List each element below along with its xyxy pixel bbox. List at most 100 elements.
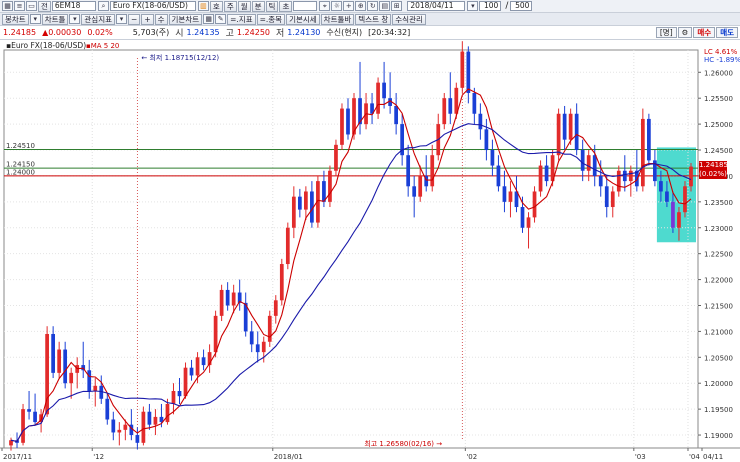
basic-chart-button[interactable]: 기본차트	[168, 13, 203, 25]
x-tick-label: '03	[635, 453, 646, 461]
period-bun-button[interactable]: 분	[251, 0, 265, 12]
candle-icon[interactable]: ▥	[197, 1, 209, 11]
dropdown-icon[interactable]: ▾	[29, 14, 41, 24]
candle-body	[677, 212, 681, 228]
period-ho-button[interactable]: 호	[209, 0, 223, 12]
period-wol-button[interactable]: 월	[237, 0, 251, 12]
y-tick-label: 1.21000	[704, 328, 733, 336]
text-window-button[interactable]: 텍스트 창	[355, 13, 392, 25]
candle-body	[598, 175, 603, 187]
indicator-button[interactable]: =.지표	[227, 13, 256, 25]
zoom-in-button[interactable]: +	[141, 13, 154, 25]
chart-type-icon[interactable]: ▤	[379, 1, 391, 11]
settings-icon[interactable]: ☼	[331, 1, 343, 11]
candle-body	[334, 144, 338, 171]
chart-canvas[interactable]: 1.245101.241501.24000 ← 최저 1.18715(12/12…	[0, 40, 740, 462]
quote-actions: [명] ⚙ 매수 매도	[655, 27, 738, 38]
candle-body	[418, 175, 423, 197]
main-toolbar: ▦ ≡ ▭ 전 6EM18 ⌕ Euro FX(18-06/USD) ▥ 호 주…	[0, 0, 740, 13]
dropdown-icon[interactable]: ▾	[69, 14, 81, 24]
candle-body	[123, 424, 128, 430]
candle-body	[610, 191, 615, 208]
candle-body	[69, 372, 74, 384]
gear-icon[interactable]: ⚙	[677, 27, 693, 38]
list-icon[interactable]: ≡	[14, 1, 25, 11]
candle-body	[21, 409, 25, 443]
indicator-label: ▪MA 5 20	[86, 42, 119, 50]
period-cho-button[interactable]: 초	[279, 0, 293, 12]
horizontal-line-label: 1.24000	[6, 168, 35, 176]
name-toggle-button[interactable]: [명]	[655, 27, 677, 38]
annotation-label: ← 최저 1.18715(12/12)	[141, 53, 219, 62]
formula-manage-button[interactable]: 수식관리	[392, 13, 426, 25]
candle-body	[153, 416, 158, 425]
refresh-icon[interactable]: ↻	[367, 1, 379, 11]
candle-body	[177, 390, 182, 397]
candle-body	[291, 196, 296, 228]
candle-body	[532, 191, 537, 218]
brush-icon[interactable]: ✎	[215, 14, 227, 24]
last-price: 1.24185	[3, 28, 37, 37]
lc-label: LC 4.61%	[704, 48, 738, 56]
calendar-icon[interactable]: ▾	[467, 1, 479, 11]
zoom-out-button[interactable]: −	[128, 13, 141, 25]
candle-body	[304, 191, 308, 210]
y-tick-label: 1.26000	[704, 69, 733, 77]
price-chart[interactable]: 1.24510 1.24150 1.24000 ← 최저 1.18715(12/12…	[0, 40, 740, 462]
candle-body	[346, 108, 350, 135]
date-field[interactable]: 2018/04/11	[407, 1, 466, 11]
low-price: 1.24130	[287, 28, 321, 37]
candle-body	[628, 170, 633, 182]
layout-icon[interactable]: ▦	[203, 14, 215, 24]
symbol-name-field[interactable]: Euro FX(18-06/USD)	[109, 1, 196, 11]
price-change-pct: 0.02%	[87, 28, 113, 37]
x-tick-label: '12	[93, 453, 104, 461]
y-tick-label: 1.25500	[704, 95, 733, 103]
candle-body	[255, 344, 260, 353]
chart-toolbar-button[interactable]: 차트툴바	[320, 13, 355, 25]
window-icon[interactable]: ▭	[26, 1, 37, 11]
candle-body	[502, 186, 507, 202]
pin-icon[interactable]: ⌖	[319, 1, 331, 11]
horizontal-line-label: 1.24510	[6, 142, 35, 150]
candle-body	[57, 349, 62, 373]
candle-body	[165, 403, 170, 423]
jeon-button[interactable]: 전	[38, 0, 51, 12]
symbol-button[interactable]: =.종목	[256, 13, 286, 25]
candle-body	[219, 289, 224, 316]
candle-body	[659, 181, 663, 192]
candle-body	[261, 341, 266, 353]
y-tick-label: 1.25000	[704, 121, 733, 129]
chart-frame-button[interactable]: 차트틀	[41, 13, 69, 25]
open-label: 시	[175, 29, 184, 39]
candle-body	[231, 292, 236, 306]
period-ju-button[interactable]: 주	[223, 0, 237, 12]
symbol-code-select[interactable]: 6EM18	[51, 1, 96, 11]
basic-quote-button[interactable]: 기본시세	[286, 13, 320, 25]
count-field[interactable]: 100	[479, 1, 502, 11]
search-icon[interactable]: ⌕	[97, 1, 109, 11]
grid-icon[interactable]: ▦	[2, 1, 13, 11]
ruler-icon[interactable]: ⊞	[391, 1, 403, 11]
dropdown-icon[interactable]: ▾	[116, 14, 128, 24]
interval-select[interactable]	[293, 1, 318, 11]
buy-button[interactable]: 매수	[693, 27, 716, 38]
candle-body	[442, 98, 447, 125]
zoom-icon[interactable]: ⊕	[355, 1, 367, 11]
candle-body	[328, 170, 332, 202]
sell-button[interactable]: 매도	[716, 27, 738, 38]
candle-chart-button[interactable]: 봉차트	[2, 13, 29, 25]
x-tick-label: '04	[689, 453, 700, 461]
candle-body	[93, 385, 98, 391]
receive-time: [20:34:32]	[368, 28, 411, 37]
page-field[interactable]: 500	[510, 1, 533, 11]
period-tik-button[interactable]: 틱	[265, 0, 279, 12]
candle-body	[340, 108, 344, 145]
candle-body	[466, 51, 471, 94]
candle-body	[683, 186, 687, 213]
su-button[interactable]: 수	[154, 13, 168, 25]
candle-body	[111, 419, 116, 433]
candle-body	[562, 113, 567, 140]
interest-indicator-button[interactable]: 관심지표	[81, 13, 116, 25]
crosshair-icon[interactable]: +	[343, 1, 355, 11]
